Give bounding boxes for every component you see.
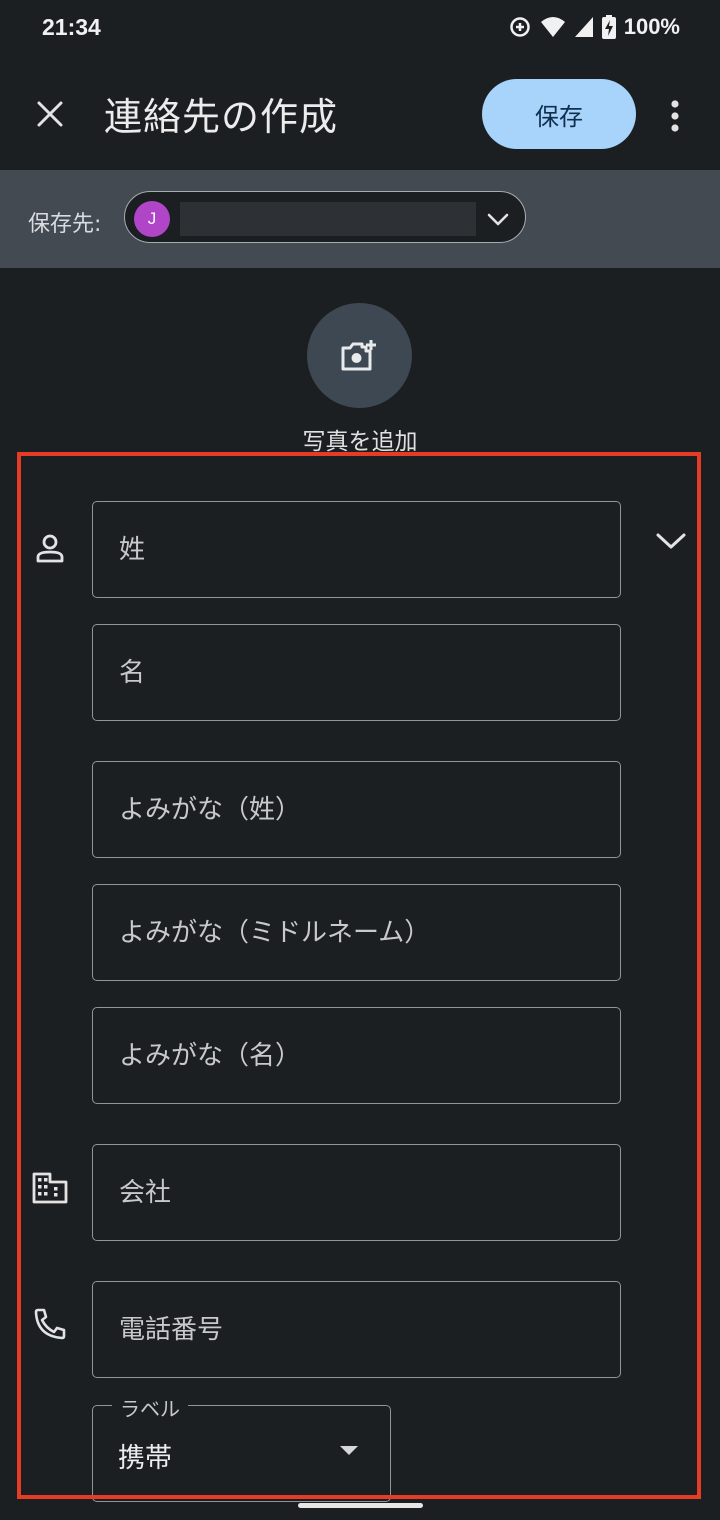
phonetic-first-name-input[interactable] — [93, 1008, 620, 1103]
phone-icon — [30, 1304, 70, 1344]
first-name-field[interactable] — [92, 624, 621, 721]
home-indicator[interactable] — [298, 1503, 423, 1508]
phone-label-value: 携帯 — [118, 1443, 172, 1474]
battery-charging-icon — [601, 15, 616, 39]
status-icons: 100% — [508, 14, 680, 40]
add-photo-icon — [341, 339, 376, 370]
save-button[interactable]: 保存 — [482, 79, 636, 149]
business-icon — [30, 1168, 70, 1208]
status-time: 21:34 — [42, 14, 101, 40]
phonetic-middle-name-input[interactable] — [93, 885, 620, 980]
chevron-down-icon — [656, 533, 686, 549]
signal-icon — [574, 17, 593, 37]
data-saver-icon — [509, 17, 530, 37]
more-vert-icon — [671, 100, 679, 132]
more-options-button[interactable] — [656, 92, 694, 140]
phone-field[interactable] — [92, 1281, 621, 1378]
phonetic-middle-name-field[interactable] — [92, 884, 621, 981]
first-name-input[interactable] — [93, 625, 620, 720]
save-to-label: 保存先: — [28, 212, 102, 237]
page-title: 連絡先の作成 — [104, 95, 339, 139]
add-photo-button[interactable] — [307, 303, 412, 408]
phone-input[interactable] — [93, 1282, 620, 1377]
company-field[interactable] — [92, 1144, 621, 1241]
battery-percent: 100% — [623, 14, 680, 39]
person-icon — [30, 528, 70, 568]
company-input[interactable] — [93, 1145, 620, 1240]
phonetic-last-name-field[interactable] — [92, 761, 621, 858]
chevron-down-icon — [487, 213, 509, 226]
dropdown-arrow-icon — [340, 1446, 358, 1455]
close-icon — [37, 101, 63, 127]
redacted-account-name — [180, 202, 476, 236]
phonetic-first-name-field[interactable] — [92, 1007, 621, 1104]
last-name-field[interactable] — [92, 501, 621, 598]
last-name-input[interactable] — [93, 502, 620, 597]
avatar: J — [134, 201, 170, 237]
phonetic-last-name-input[interactable] — [93, 762, 620, 857]
add-photo-label: 写真を追加 — [302, 429, 418, 455]
wifi-icon — [540, 17, 565, 37]
close-button[interactable] — [24, 88, 76, 140]
expand-name-button[interactable] — [648, 518, 694, 564]
phone-label-legend: ラベル — [112, 1393, 188, 1422]
